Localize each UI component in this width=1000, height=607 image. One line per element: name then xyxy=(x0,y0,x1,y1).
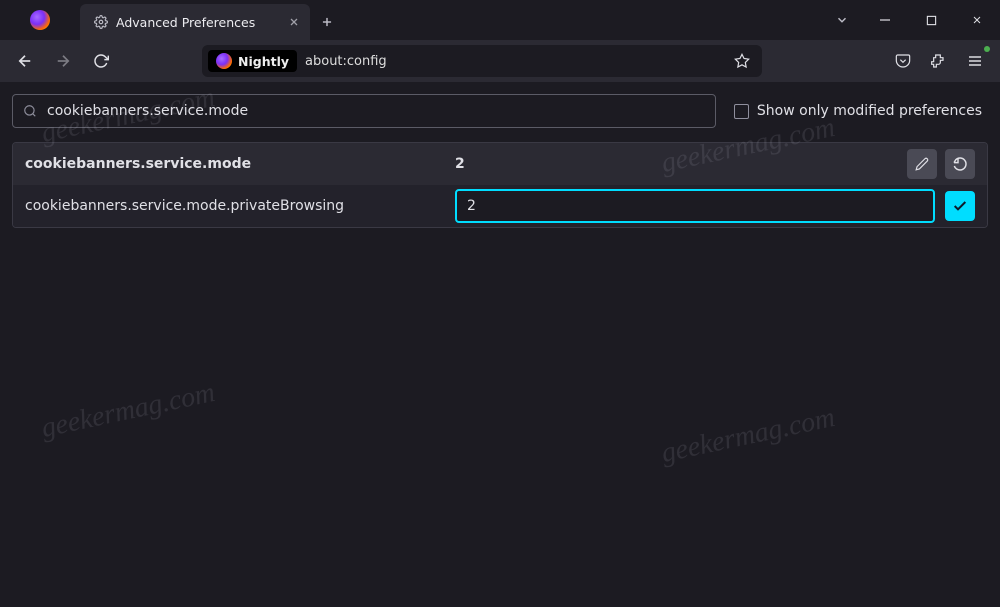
watermark: geekermag.com xyxy=(659,402,838,470)
show-modified-label: Show only modified preferences xyxy=(757,103,982,119)
pref-name: cookiebanners.service.mode.privateBrowsi… xyxy=(25,198,455,214)
save-button[interactable] xyxy=(945,191,975,221)
brand-label: Nightly xyxy=(238,54,289,69)
reload-button[interactable] xyxy=(84,44,118,78)
pref-name: cookiebanners.service.mode xyxy=(25,156,455,172)
tab-title: Advanced Preferences xyxy=(116,15,280,30)
new-tab-button[interactable] xyxy=(310,4,344,40)
pref-row[interactable]: cookiebanners.service.mode.privateBrowsi… xyxy=(13,185,987,227)
browser-tab[interactable]: Advanced Preferences xyxy=(80,4,310,40)
show-modified-toggle[interactable]: Show only modified preferences xyxy=(734,103,988,119)
titlebar: Advanced Preferences xyxy=(0,0,1000,40)
pref-search-field[interactable] xyxy=(12,94,716,128)
pref-value: 2 xyxy=(455,156,907,172)
pref-list: cookiebanners.service.mode 2 cookiebanne… xyxy=(12,142,988,228)
url-text: about:config xyxy=(305,54,734,69)
checkbox-icon[interactable] xyxy=(734,104,749,119)
url-bar[interactable]: Nightly about:config xyxy=(202,45,762,77)
back-button[interactable] xyxy=(8,44,42,78)
about-config-content: Show only modified preferences cookieban… xyxy=(0,82,1000,240)
minimize-button[interactable] xyxy=(862,0,908,40)
pref-edit-input[interactable] xyxy=(455,189,935,223)
forward-button[interactable] xyxy=(46,44,80,78)
reset-button[interactable] xyxy=(945,149,975,179)
bookmark-star-icon[interactable] xyxy=(734,53,750,69)
pref-row[interactable]: cookiebanners.service.mode 2 xyxy=(13,143,987,185)
firefox-logo-slot xyxy=(0,0,80,40)
window-controls xyxy=(862,0,1000,40)
close-icon[interactable] xyxy=(288,16,300,28)
edit-button[interactable] xyxy=(907,149,937,179)
firefox-brand-icon xyxy=(216,53,232,69)
app-menu-button[interactable] xyxy=(958,44,992,78)
pocket-button[interactable] xyxy=(886,44,920,78)
watermark: geekermag.com xyxy=(39,377,218,445)
navigation-toolbar: Nightly about:config xyxy=(0,40,1000,82)
maximize-button[interactable] xyxy=(908,0,954,40)
identity-box[interactable]: Nightly xyxy=(208,50,297,72)
window-close-button[interactable] xyxy=(954,0,1000,40)
gear-icon xyxy=(94,15,108,29)
pref-search-input[interactable] xyxy=(47,103,705,119)
notification-dot-icon xyxy=(984,46,990,52)
tab-list-button[interactable] xyxy=(822,0,862,40)
titlebar-drag-area[interactable] xyxy=(344,0,822,40)
extensions-button[interactable] xyxy=(922,44,956,78)
search-icon xyxy=(23,104,37,118)
firefox-logo-icon xyxy=(30,10,50,30)
